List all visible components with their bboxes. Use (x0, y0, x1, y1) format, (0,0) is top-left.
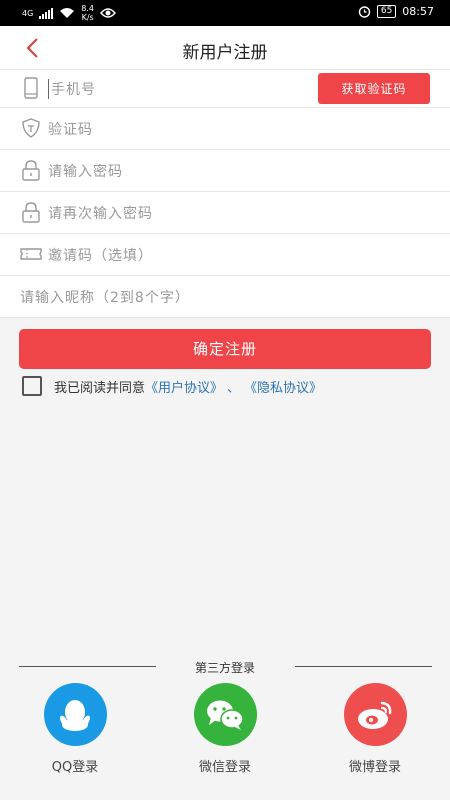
weibo-login-label: 微博登录 (348, 760, 401, 775)
phone-icon (24, 77, 38, 99)
qq-login-label: QQ登录 (51, 760, 99, 775)
qq-login-button[interactable]: QQ登录 (25, 683, 125, 775)
divider-line (295, 666, 432, 667)
alarm-icon (358, 6, 371, 18)
eye-icon (100, 8, 117, 18)
privacy-agreement-link[interactable]: 《隐私协议》 (244, 377, 322, 396)
agree-checkbox[interactable] (22, 376, 42, 396)
code-placeholder: 验证码 (48, 122, 93, 138)
phone-placeholder: 手机号 (48, 79, 96, 99)
network-speed: 8.4 K/s (81, 4, 95, 22)
password-confirm-placeholder: 请再次输入密码 (48, 206, 153, 222)
password-confirm-field[interactable]: 请再次输入密码 (0, 192, 450, 234)
clock: 08:57 (402, 5, 434, 18)
third-party-heading: 第三方登录 (194, 661, 255, 675)
invite-code-field[interactable]: 邀请码（选填） (0, 234, 450, 276)
agreement-separator: 、 (227, 380, 241, 396)
page-title: 新用户注册 (182, 43, 268, 63)
ticket-icon (20, 248, 42, 260)
wechat-icon (193, 683, 257, 746)
wechat-login-label: 微信登录 (198, 760, 251, 775)
register-button[interactable]: 确定注册 (19, 329, 431, 369)
signal-icon (39, 7, 54, 19)
weibo-login-button[interactable]: 微博登录 (325, 683, 425, 775)
nickname-placeholder: 请输入昵称（2到8个字） (20, 290, 190, 306)
wifi-icon (60, 8, 75, 18)
battery-indicator: 65 (376, 5, 397, 18)
lock-icon (22, 202, 40, 223)
invite-placeholder: 邀请码（选填） (48, 248, 153, 264)
agreement-row: 我已阅读并同意 《用户协议》 、 《隐私协议》 (22, 376, 322, 396)
registration-form: 手机号 获取验证码 验证码 请输入密码 请再次输入密码 邀请码（选填） 请输入昵… (0, 70, 450, 318)
password-field[interactable]: 请输入密码 (0, 150, 450, 192)
third-party-divider: 第三方登录 (0, 658, 450, 676)
status-bar: 4G 8.4 K/s 65 08:57 (0, 0, 450, 26)
lock-icon (22, 160, 40, 181)
password-placeholder: 请输入密码 (48, 164, 123, 180)
user-agreement-link[interactable]: 《用户协议》 (145, 377, 223, 396)
agreement-prefix: 我已阅读并同意 (54, 380, 146, 396)
qq-icon (43, 683, 107, 746)
shield-icon (22, 118, 40, 138)
wechat-login-button[interactable]: 微信登录 (175, 683, 275, 775)
nickname-field[interactable]: 请输入昵称（2到8个字） (0, 276, 450, 318)
code-field[interactable]: 验证码 (0, 108, 450, 150)
phone-field[interactable]: 手机号 获取验证码 (0, 70, 450, 108)
title-bar: 新用户注册 (0, 26, 450, 70)
network-type: 4G (22, 8, 34, 18)
weibo-icon (343, 683, 407, 746)
get-code-button[interactable]: 获取验证码 (318, 73, 430, 104)
